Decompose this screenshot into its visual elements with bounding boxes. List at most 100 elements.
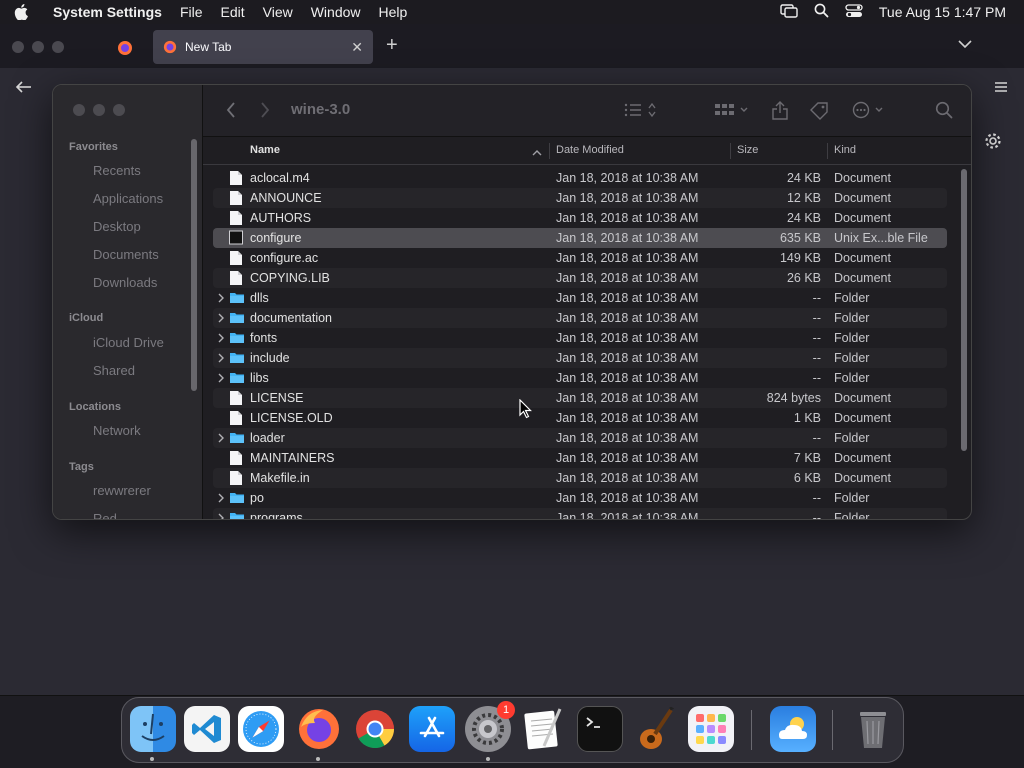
file-size: 24 KB (786, 171, 821, 185)
file-kind: Document (834, 251, 891, 265)
pinned-tab-firefox-icon[interactable] (110, 36, 140, 60)
sidebar-item-icloud-drive[interactable]: iCloud Drive (93, 335, 164, 350)
tag-icon[interactable] (809, 101, 829, 124)
menu-edit[interactable]: Edit (212, 4, 254, 20)
firefox-icon[interactable] (296, 706, 342, 752)
file-row[interactable]: Makefile.in Jan 18, 2018 at 10:38 AM 6 KB D… (213, 468, 947, 488)
sidebar-item-recents[interactable]: Recents (93, 163, 141, 178)
file-kind: Document (834, 411, 891, 425)
safari-icon[interactable] (238, 706, 284, 752)
forward-chevron-icon[interactable] (259, 101, 271, 122)
spotlight-search-icon[interactable] (814, 3, 829, 21)
back-arrow-icon[interactable] (15, 80, 33, 97)
running-indicator (316, 757, 320, 761)
group-by-icon[interactable] (714, 101, 750, 122)
column-divider[interactable] (827, 143, 828, 159)
control-center-icon[interactable] (845, 3, 863, 21)
browser-close-button[interactable] (12, 41, 24, 53)
file-row[interactable]: ANNOUNCE Jan 18, 2018 at 10:38 AM 12 KB Doc… (213, 188, 947, 208)
file-row[interactable]: aclocal.m4 Jan 18, 2018 at 10:38 AM 24 KB D… (213, 168, 947, 188)
more-actions-icon[interactable] (851, 101, 887, 122)
disclosure-triangle-icon[interactable] (217, 432, 225, 447)
file-list-scrollbar[interactable] (961, 169, 967, 451)
menu-file[interactable]: File (171, 4, 212, 20)
file-row[interactable]: MAINTAINERS Jan 18, 2018 at 10:38 AM 7 KB D… (213, 448, 947, 468)
close-tab-icon[interactable]: ✕ (351, 39, 363, 56)
textedit-icon[interactable] (521, 706, 567, 752)
folder-row[interactable]: loader Jan 18, 2018 at 10:38 AM -- Folder (213, 428, 947, 448)
apple-menu-icon[interactable] (10, 4, 32, 20)
folder-row[interactable]: programs Jan 18, 2018 at 10:38 AM -- Folder (213, 508, 947, 519)
share-icon[interactable] (771, 101, 789, 124)
browser-zoom-button[interactable] (52, 41, 64, 53)
column-divider[interactable] (730, 143, 731, 159)
sidebar-item-downloads[interactable]: Downloads (93, 275, 157, 290)
disclosure-triangle-icon[interactable] (217, 292, 225, 307)
file-row[interactable]: COPYING.LIB Jan 18, 2018 at 10:38 AM 26 KB… (213, 268, 947, 288)
file-date-modified: Jan 18, 2018 at 10:38 AM (556, 311, 699, 325)
app-store-icon[interactable] (409, 706, 455, 752)
column-header-name[interactable]: Name (250, 144, 280, 156)
column-header-kind[interactable]: Kind (834, 144, 856, 156)
sidebar-item-network[interactable]: Network (93, 423, 141, 438)
sidebar-scrollbar[interactable] (191, 139, 197, 391)
launchpad-icon[interactable] (688, 706, 734, 752)
trash-icon[interactable] (850, 706, 896, 752)
back-chevron-icon[interactable] (225, 101, 237, 122)
menu-app-name[interactable]: System Settings (44, 4, 171, 20)
folder-row[interactable]: fonts Jan 18, 2018 at 10:38 AM -- Folder (213, 328, 947, 348)
weather-icon[interactable] (770, 706, 816, 752)
file-row[interactable]: configure Jan 18, 2018 at 10:38 AM 635 KB U… (213, 228, 947, 248)
browser-minimize-button[interactable] (32, 41, 44, 53)
vscode-icon[interactable] (184, 706, 230, 752)
finder-close-button[interactable] (73, 104, 85, 116)
list-view-icon[interactable] (623, 101, 659, 122)
chevron-down-icon[interactable] (958, 37, 972, 52)
disclosure-triangle-icon[interactable] (217, 332, 225, 347)
chrome-icon[interactable] (352, 706, 398, 752)
menu-bar-clock[interactable]: Tue Aug 15 1:47 PM (879, 4, 1006, 20)
file-size: -- (812, 491, 821, 505)
sidebar-item-tag-red[interactable]: Red (93, 511, 117, 519)
disclosure-triangle-icon[interactable] (217, 352, 225, 367)
folder-row[interactable]: libs Jan 18, 2018 at 10:38 AM -- Folder (213, 368, 947, 388)
terminal-icon[interactable] (577, 706, 623, 752)
browser-tab-strip: New Tab ✕ + (0, 24, 1024, 68)
sidebar-item-tag[interactable]: rewwrerer (93, 483, 151, 498)
screen-mirroring-icon[interactable] (780, 3, 798, 21)
column-header-date-modified[interactable]: Date Modified (556, 144, 624, 156)
menu-help[interactable]: Help (370, 4, 417, 20)
file-date-modified: Jan 18, 2018 at 10:38 AM (556, 291, 699, 305)
sidebar-item-applications[interactable]: Applications (93, 191, 163, 206)
sidebar-item-shared[interactable]: Shared (93, 363, 135, 378)
sort-ascending-icon[interactable] (532, 145, 542, 160)
disclosure-triangle-icon[interactable] (217, 512, 225, 519)
disclosure-triangle-icon[interactable] (217, 372, 225, 387)
folder-row[interactable]: po Jan 18, 2018 at 10:38 AM -- Folder (213, 488, 947, 508)
column-header-size[interactable]: Size (737, 144, 758, 156)
file-row[interactable]: LICENSE Jan 18, 2018 at 10:38 AM 824 bytes… (213, 388, 947, 408)
folder-row[interactable]: include Jan 18, 2018 at 10:38 AM -- Folder (213, 348, 947, 368)
file-size: -- (812, 291, 821, 305)
menu-window[interactable]: Window (302, 4, 370, 20)
gear-icon[interactable] (984, 132, 1002, 153)
file-row[interactable]: LICENSE.OLD Jan 18, 2018 at 10:38 AM 1 KB D… (213, 408, 947, 428)
finder-minimize-button[interactable] (93, 104, 105, 116)
sidebar-item-desktop[interactable]: Desktop (93, 219, 141, 234)
finder-icon[interactable] (130, 706, 176, 752)
disclosure-triangle-icon[interactable] (217, 312, 225, 327)
menu-view[interactable]: View (254, 4, 302, 20)
tab-new-tab[interactable]: New Tab ✕ (153, 30, 373, 64)
search-icon[interactable] (935, 101, 953, 122)
garageband-icon[interactable] (632, 706, 678, 752)
new-tab-plus-icon[interactable]: + (386, 34, 398, 57)
file-row[interactable]: AUTHORS Jan 18, 2018 at 10:38 AM 24 KB Docu… (213, 208, 947, 228)
finder-zoom-button[interactable] (113, 104, 125, 116)
hamburger-menu-icon[interactable] (994, 81, 1008, 96)
folder-row[interactable]: dlls Jan 18, 2018 at 10:38 AM -- Folder (213, 288, 947, 308)
disclosure-triangle-icon[interactable] (217, 492, 225, 507)
sidebar-item-documents[interactable]: Documents (93, 247, 159, 262)
column-divider[interactable] (549, 143, 550, 159)
folder-row[interactable]: documentation Jan 18, 2018 at 10:38 AM -- F… (213, 308, 947, 328)
file-row[interactable]: configure.ac Jan 18, 2018 at 10:38 AM 149 … (213, 248, 947, 268)
